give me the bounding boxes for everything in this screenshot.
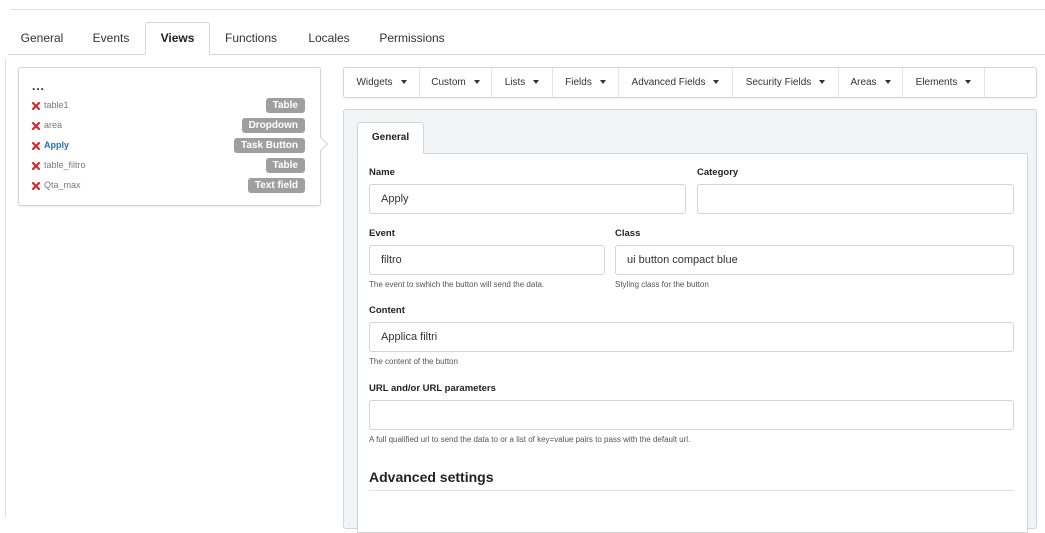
delete-x-icon[interactable] (31, 101, 41, 111)
caret-down-icon (884, 80, 891, 85)
views-list-panel: ... table1 Table area Dropdown Apply Tas… (18, 67, 321, 206)
url-input[interactable] (369, 400, 1014, 430)
caret-down-icon (819, 80, 826, 85)
caret-down-icon (713, 80, 720, 85)
editor-form: Name Apply Category Event filtro The eve… (357, 153, 1028, 533)
view-item-name[interactable]: table1 (44, 100, 69, 110)
delete-x-icon[interactable] (31, 121, 41, 131)
class-input[interactable]: ui button compact blue (615, 245, 1014, 275)
class-label: Class (615, 228, 641, 239)
delete-x-icon[interactable] (31, 161, 41, 171)
caret-down-icon (965, 80, 972, 85)
toolbar-item-label: Security Fields (745, 77, 812, 88)
event-help-text: The event to swhich the button will send… (369, 280, 545, 289)
caret-down-icon (533, 80, 540, 85)
page-left-border (5, 58, 6, 518)
event-input[interactable]: filtro (369, 245, 605, 275)
delete-x-icon[interactable] (31, 141, 41, 151)
tab-functions[interactable]: Functions (214, 22, 288, 54)
toolbar-lists-dropdown[interactable]: Lists (492, 68, 553, 97)
view-type-badge: Table (265, 158, 305, 173)
caret-down-icon (400, 80, 407, 85)
view-item-table-filtro[interactable]: table_filtro Table (31, 158, 307, 176)
caret-down-icon (599, 80, 606, 85)
toolbar-item-label: Fields (565, 77, 592, 88)
main-tab-bar: General Events Views Functions Locales P… (8, 22, 1045, 55)
url-label: URL and/or URL parameters (369, 383, 496, 394)
view-editor-segment: General Name Apply Category Event filtro… (343, 109, 1037, 533)
views-panel-header: ... (32, 79, 46, 93)
class-help-text: Styling class for the button (615, 280, 709, 289)
view-item-qta-max[interactable]: Qta_max Text field (31, 178, 307, 196)
toolbar-advanced-fields-dropdown[interactable]: Advanced Fields (619, 68, 733, 97)
caret-down-icon (473, 80, 480, 85)
toolbar-item-label: Custom (431, 77, 466, 88)
view-item-name[interactable]: table_filtro (44, 160, 86, 170)
widget-toolbar: Widgets Custom Lists Fields Advanced Fie… (343, 67, 1037, 98)
view-type-badge: Task Button (233, 138, 305, 153)
toolbar-areas-dropdown[interactable]: Areas (839, 68, 903, 97)
category-input[interactable] (697, 184, 1014, 214)
top-divider (10, 9, 1045, 10)
view-type-badge: Text field (247, 178, 305, 193)
event-label: Event (369, 228, 395, 239)
toolbar-security-fields-dropdown[interactable]: Security Fields (733, 68, 839, 97)
tab-locales[interactable]: Locales (296, 22, 362, 54)
view-type-badge: Table (265, 98, 305, 113)
view-item-apply[interactable]: Apply Task Button (31, 138, 307, 156)
toolbar-item-label: Areas (850, 77, 877, 88)
toolbar-item-label: Lists (504, 77, 526, 88)
view-item-area[interactable]: area Dropdown (31, 118, 307, 136)
advanced-settings-divider (369, 490, 1014, 491)
content-input[interactable]: Applica filtri (369, 322, 1014, 352)
view-type-badge: Dropdown (241, 118, 305, 133)
toolbar-fields-dropdown[interactable]: Fields (553, 68, 619, 97)
tab-permissions[interactable]: Permissions (370, 22, 454, 54)
url-help-text: A full qualified url to send the data to… (369, 435, 691, 444)
tab-views[interactable]: Views (145, 22, 210, 55)
toolbar-item-label: Advanced Fields (631, 77, 706, 88)
content-help-text: The content of the button (369, 357, 458, 366)
view-item-name[interactable]: Qta_max (44, 180, 81, 190)
tab-general[interactable]: General (8, 22, 76, 54)
toolbar-custom-dropdown[interactable]: Custom (420, 68, 492, 97)
view-item-name[interactable]: area (44, 120, 62, 130)
editor-tab-general[interactable]: General (357, 122, 424, 154)
name-label: Name (369, 167, 395, 178)
view-item-name[interactable]: Apply (44, 140, 69, 150)
toolbar-widgets-dropdown[interactable]: Widgets (344, 68, 420, 97)
toolbar-item-label: Elements (915, 77, 958, 88)
advanced-settings-heading: Advanced settings (369, 469, 494, 485)
delete-x-icon[interactable] (31, 181, 41, 191)
name-input[interactable]: Apply (369, 184, 686, 214)
tab-events[interactable]: Events (80, 22, 142, 54)
category-label: Category (697, 167, 739, 178)
toolbar-item-label: Widgets (356, 77, 393, 88)
toolbar-elements-dropdown[interactable]: Elements (903, 68, 985, 97)
content-label: Content (369, 305, 405, 316)
view-item-table1[interactable]: table1 Table (31, 98, 307, 116)
